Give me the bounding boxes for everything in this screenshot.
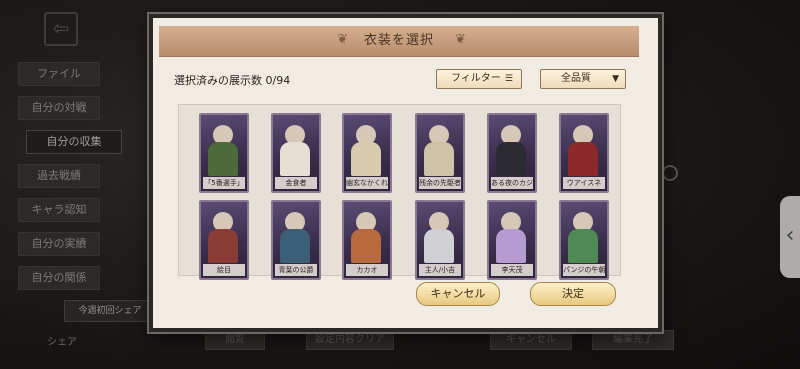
costume-figure xyxy=(280,229,310,263)
edit-complete-button[interactable]: 編集完了 xyxy=(592,330,674,350)
cancel-button[interactable]: キャンセル xyxy=(416,282,500,306)
share-label[interactable]: シェア xyxy=(47,333,77,348)
share-banner: 今週初回シェア xyxy=(64,300,156,322)
costume-name: ウアイスネ xyxy=(563,177,605,189)
clear-settings-button[interactable]: 設定内容クリア xyxy=(306,330,394,350)
costume-card[interactable]: 李天茂 xyxy=(487,200,537,280)
costume-card[interactable]: 主人/小吉 xyxy=(415,200,465,280)
costume-figure xyxy=(568,229,598,263)
costume-card[interactable]: 金食者 xyxy=(271,113,321,193)
menu-item-my-relations[interactable]: 自分の関係 xyxy=(18,266,100,290)
costume-card[interactable]: 残余の先駆者 xyxy=(415,113,465,193)
costume-figure xyxy=(568,142,598,176)
costume-name: 残余の先駆者 xyxy=(419,177,461,189)
costume-name: 絵目 xyxy=(203,264,245,276)
costume-name: 青葉の公爵 xyxy=(275,264,317,276)
confirm-button[interactable]: 決定 xyxy=(530,282,616,306)
costume-figure xyxy=(280,142,310,176)
costume-figure xyxy=(351,229,381,263)
costume-card[interactable]: ある夜のカジュアル xyxy=(487,113,537,193)
costume-figure xyxy=(208,229,238,263)
menu-item-my-matches[interactable]: 自分の対戦 xyxy=(18,96,100,120)
costume-figure xyxy=(424,229,454,263)
costume-name: 幽玄なかくれんぼ xyxy=(346,177,388,189)
menu-item-my-achievements[interactable]: 自分の実績 xyxy=(18,232,100,256)
costume-name: 金食者 xyxy=(275,177,317,189)
costume-grid: 「5番選手」 金食者 幽玄なかくれんぼ 残余の先駆者 ある夜のカジュアル ウアイスネ絵目 青… xyxy=(178,104,621,280)
menu-item-character-recognition[interactable]: キャラ認知 xyxy=(18,198,100,222)
leaf-ornament-icon: ❦ xyxy=(455,32,466,47)
side-menu: ファイル 自分の対戦 自分の収集 過去戦績 キャラ認知 自分の実績 自分の関係 xyxy=(18,62,122,300)
menu-item-file[interactable]: ファイル xyxy=(18,62,100,86)
costume-select-dialog: ❦ 衣装を選択 ❦ 選択済みの展示数 0/94 フィルター ☰ 全品質 ▼ 「5… xyxy=(149,14,662,332)
costume-figure xyxy=(496,142,526,176)
filter-label: フィルター xyxy=(451,73,501,84)
costume-card[interactable]: 青葉の公爵 xyxy=(271,200,321,280)
costume-figure xyxy=(496,229,526,263)
costume-name: 李天茂 xyxy=(491,264,533,276)
menu-item-past-records[interactable]: 過去戦績 xyxy=(18,164,100,188)
bg-cancel-button[interactable]: キャンセル xyxy=(490,330,572,350)
costume-card[interactable]: 絵目 xyxy=(199,200,249,280)
costume-name: 「5番選手」 xyxy=(203,177,245,189)
side-panel-toggle-icon[interactable]: ‹ xyxy=(780,196,800,278)
costume-card[interactable]: 「5番選手」 xyxy=(199,113,249,193)
costume-card[interactable]: パンジの午朝 xyxy=(559,200,609,280)
costume-figure xyxy=(208,142,238,176)
filter-button[interactable]: フィルター ☰ xyxy=(436,69,522,89)
costume-name: 主人/小吉 xyxy=(419,264,461,276)
back-icon[interactable]: ⇦ xyxy=(44,12,78,46)
dialog-header: ❦ 衣装を選択 ❦ xyxy=(159,26,639,57)
costume-card[interactable]: カカオ xyxy=(342,200,392,280)
menu-item-my-collection[interactable]: 自分の収集 xyxy=(26,130,122,154)
costume-name: ある夜のカジュアル xyxy=(491,177,533,189)
costume-name: パンジの午朝 xyxy=(563,264,605,276)
selected-count-label: 選択済みの展示数 0/94 xyxy=(174,74,291,87)
quality-dropdown[interactable]: 全品質 ▼ xyxy=(540,69,626,89)
costume-card[interactable]: 幽玄なかくれんぼ xyxy=(342,113,392,193)
costume-figure xyxy=(351,142,381,176)
indicator-icon xyxy=(662,165,678,181)
view-button[interactable]: 閲覧 xyxy=(205,330,265,350)
list-icon: ☰ xyxy=(504,74,513,84)
costume-name: カカオ xyxy=(346,264,388,276)
chevron-down-icon: ▼ xyxy=(612,74,619,84)
costume-figure xyxy=(424,142,454,176)
dialog-title: 衣装を選択 xyxy=(363,33,434,48)
quality-label: 全品質 xyxy=(561,73,591,84)
costume-card[interactable]: ウアイスネ xyxy=(559,113,609,193)
